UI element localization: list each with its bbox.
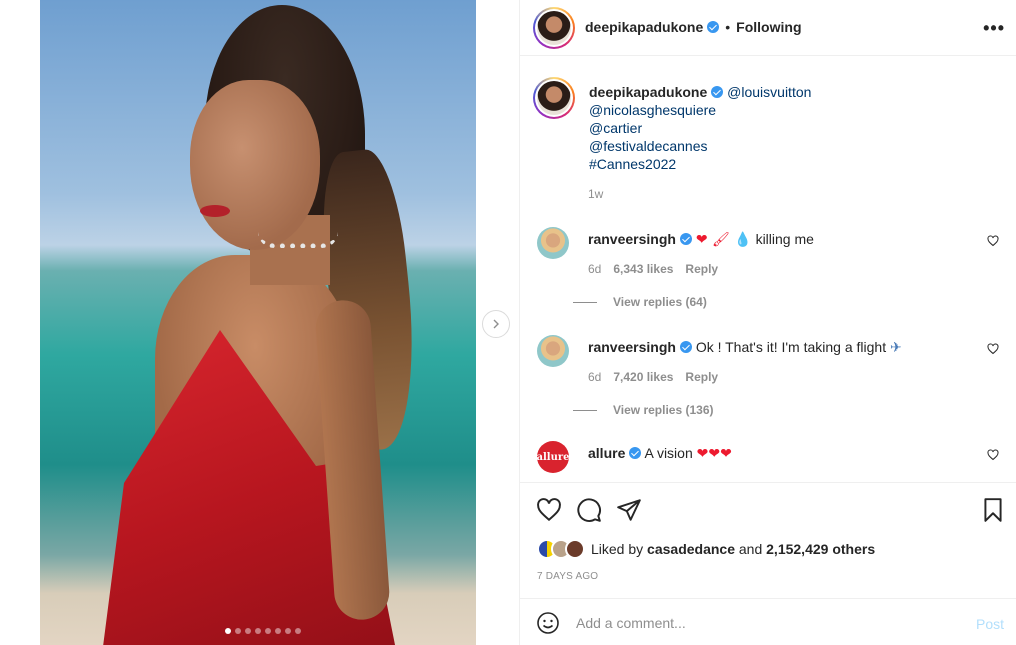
hearts-emoji: ❤❤❤ xyxy=(696,446,732,462)
comment-input[interactable] xyxy=(576,611,956,635)
carousel-dot xyxy=(275,628,281,634)
share-icon[interactable] xyxy=(616,497,642,523)
post-button[interactable]: Post xyxy=(976,616,1004,632)
carousel-dots xyxy=(225,628,301,634)
liked-by-count[interactable]: 2,152,429 others xyxy=(766,541,875,557)
next-image-button[interactable] xyxy=(482,310,510,338)
bookmark-icon[interactable] xyxy=(980,497,1006,523)
liked-by-avatars[interactable] xyxy=(537,539,585,559)
author-avatar[interactable] xyxy=(533,7,575,49)
carousel-dot xyxy=(235,628,241,634)
comments-section: deepikapadukone @louisvuitton @nicolasgh… xyxy=(520,57,1016,481)
carousel-dot xyxy=(225,628,231,634)
comment-emoji: ❤ 🖌 💧 xyxy=(695,232,752,248)
comment-username[interactable]: ranveersingh xyxy=(588,231,676,247)
like-comment-icon[interactable] xyxy=(987,235,999,247)
post-date[interactable]: 7 DAYS AGO xyxy=(537,571,598,582)
comment-text: Ok ! That's it! I'm taking a flight xyxy=(695,339,887,355)
like-icon[interactable] xyxy=(536,497,562,523)
post-panel: deepikapadukone • Following ••• deepikap… xyxy=(519,0,1016,645)
comment-time[interactable]: 6d xyxy=(588,262,601,276)
liked-by-prefix: Liked by xyxy=(591,541,644,557)
like-comment-icon[interactable] xyxy=(987,343,999,355)
caption-mention[interactable]: @cartier xyxy=(589,120,642,136)
liked-by-and: and xyxy=(738,541,763,557)
emoji-icon[interactable] xyxy=(536,611,560,635)
photo-face xyxy=(190,80,320,250)
add-comment-bar: Post xyxy=(520,598,1016,645)
like-comment-icon[interactable] xyxy=(987,449,999,461)
liked-by-user[interactable]: casadedance xyxy=(647,541,735,557)
caption-mention[interactable]: @louisvuitton xyxy=(727,84,811,100)
liked-by: Liked by casadedance and 2,152,429 other… xyxy=(537,539,875,559)
comment-avatar[interactable] xyxy=(537,335,569,367)
post-media xyxy=(0,0,519,645)
separator-dot: • xyxy=(725,19,731,35)
comment-time[interactable]: 6d xyxy=(588,370,601,384)
comment-username[interactable]: allure xyxy=(588,445,625,461)
carousel-dot xyxy=(245,628,251,634)
caption-text: deepikapadukone @louisvuitton @nicolasgh… xyxy=(589,83,889,173)
comment-avatar[interactable] xyxy=(537,227,569,259)
photo-necklace xyxy=(258,232,338,248)
chevron-right-icon xyxy=(493,319,499,329)
carousel-dot xyxy=(285,628,291,634)
author-username[interactable]: deepikapadukone xyxy=(585,19,703,35)
comment-text: A vision xyxy=(644,445,693,461)
caption-mention[interactable]: @nicolasghesquiere xyxy=(589,102,716,118)
carousel-dot xyxy=(255,628,261,634)
carousel-dot xyxy=(295,628,301,634)
comment-likes[interactable]: 6,343 likes xyxy=(613,262,673,276)
post-actions: Liked by casadedance and 2,152,429 other… xyxy=(520,482,1016,598)
caption-mention[interactable]: @festivaldecannes xyxy=(589,138,708,154)
verified-badge-icon xyxy=(707,21,720,33)
photo-lips xyxy=(200,205,230,217)
reply-button[interactable]: Reply xyxy=(685,370,718,384)
reply-button[interactable]: Reply xyxy=(685,262,718,276)
post-photo[interactable] xyxy=(40,0,476,645)
post-header: deepikapadukone • Following ••• xyxy=(520,0,1016,56)
comment-text: killing me xyxy=(755,231,814,247)
following-button[interactable]: Following xyxy=(736,19,801,35)
caption-time[interactable]: 1w xyxy=(588,187,603,201)
view-replies-label: View replies (64) xyxy=(613,295,707,309)
replies-line xyxy=(573,301,597,303)
comment-icon[interactable] xyxy=(576,497,602,523)
caption-hashtag[interactable]: #Cannes2022 xyxy=(589,156,676,172)
view-replies-button[interactable]: View replies (136) xyxy=(573,403,714,417)
comment-username[interactable]: ranveersingh xyxy=(588,339,676,355)
view-replies-button[interactable]: View replies (64) xyxy=(573,295,707,309)
caption-username[interactable]: deepikapadukone xyxy=(589,84,707,100)
verified-badge-icon xyxy=(711,86,724,98)
view-replies-label: View replies (136) xyxy=(613,403,714,417)
more-options-icon[interactable]: ••• xyxy=(983,18,1005,39)
carousel-dot xyxy=(265,628,271,634)
airplane-emoji: ✈ xyxy=(890,340,902,356)
comment-likes[interactable]: 7,420 likes xyxy=(613,370,673,384)
replies-line xyxy=(573,409,597,411)
verified-badge-icon xyxy=(679,233,692,245)
verified-badge-icon xyxy=(679,341,692,353)
verified-badge-icon xyxy=(629,447,642,459)
comment-avatar[interactable]: allure xyxy=(537,441,570,473)
caption-avatar[interactable] xyxy=(533,77,575,119)
